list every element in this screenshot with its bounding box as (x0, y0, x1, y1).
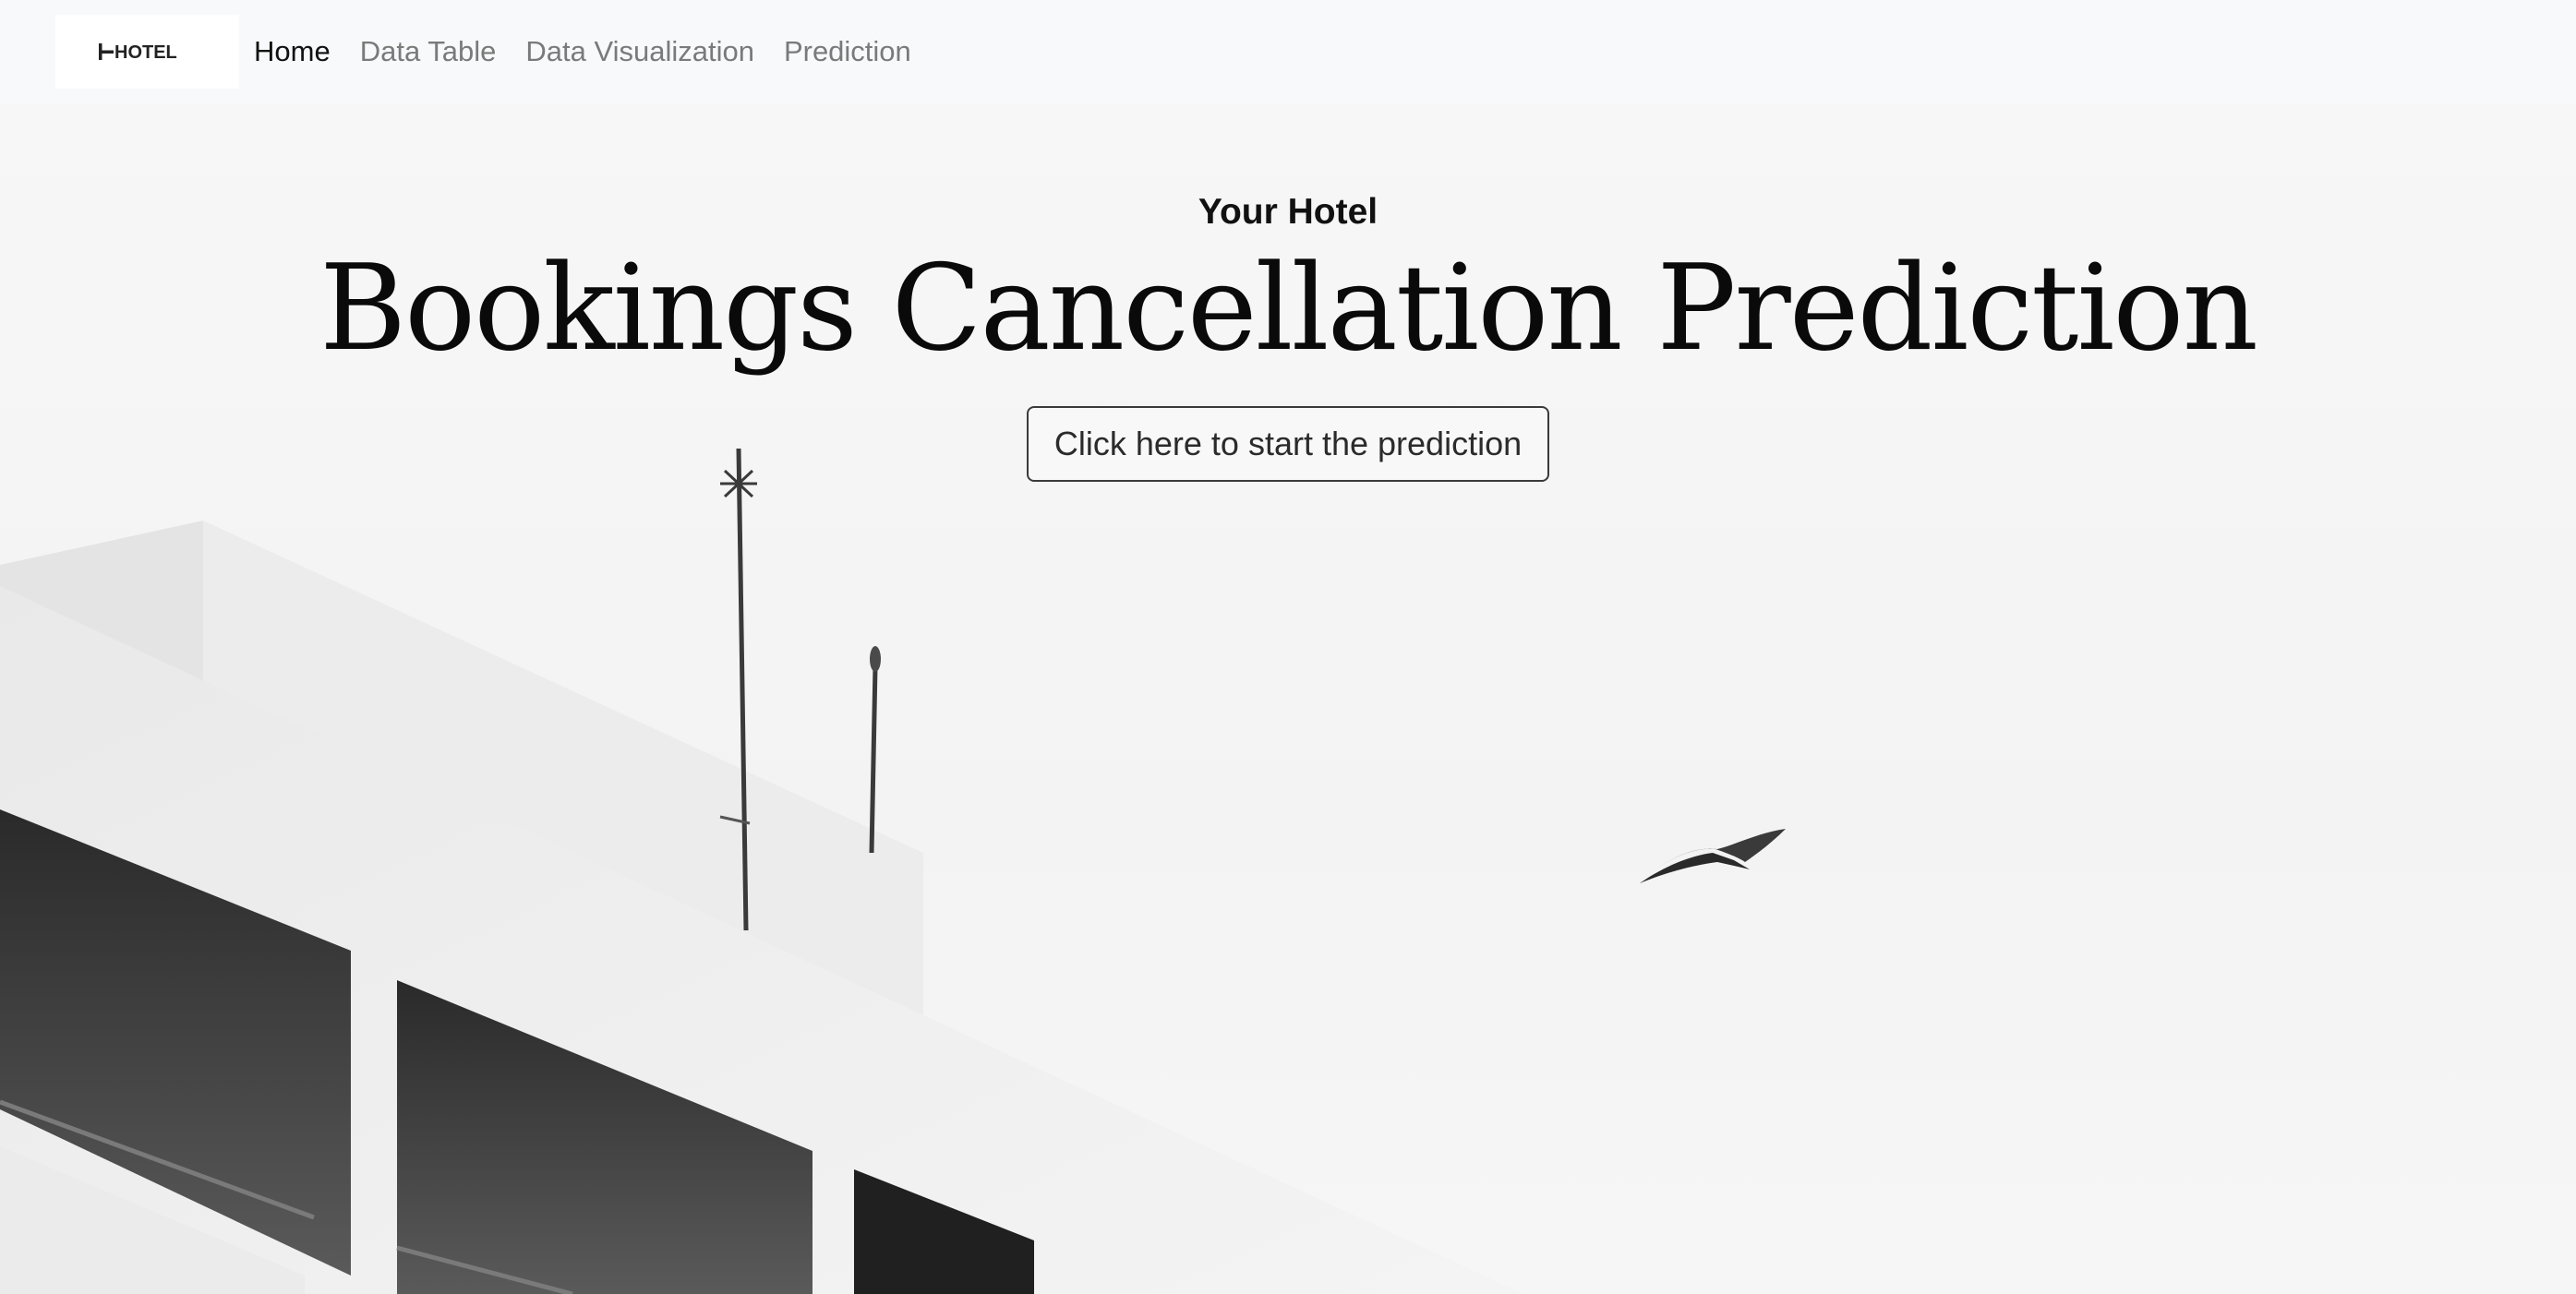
hero-subtitle: Your Hotel (1198, 192, 1378, 232)
hero-title: Bookings Cancellation Prediction (319, 240, 2258, 377)
top-navbar: HOTEL Home Data Table Data Visualization… (0, 0, 2576, 103)
nav-link-prediction[interactable]: Prediction (784, 35, 911, 68)
nav-links: Home Data Table Data Visualization Predi… (254, 35, 941, 68)
nav-link-data-visualization[interactable]: Data Visualization (525, 35, 754, 68)
bird-icon (1640, 829, 1786, 883)
start-prediction-button[interactable]: Click here to start the prediction (1027, 406, 1549, 482)
brand-logo-text: HOTEL (114, 42, 177, 62)
nav-link-home[interactable]: Home (254, 35, 331, 68)
hotel-logo-icon: HOTEL (98, 42, 177, 62)
hero-section: Your Hotel Bookings Cancellation Predict… (0, 103, 2576, 1294)
nav-link-data-table[interactable]: Data Table (360, 35, 497, 68)
brand-logo[interactable]: HOTEL (55, 15, 239, 89)
